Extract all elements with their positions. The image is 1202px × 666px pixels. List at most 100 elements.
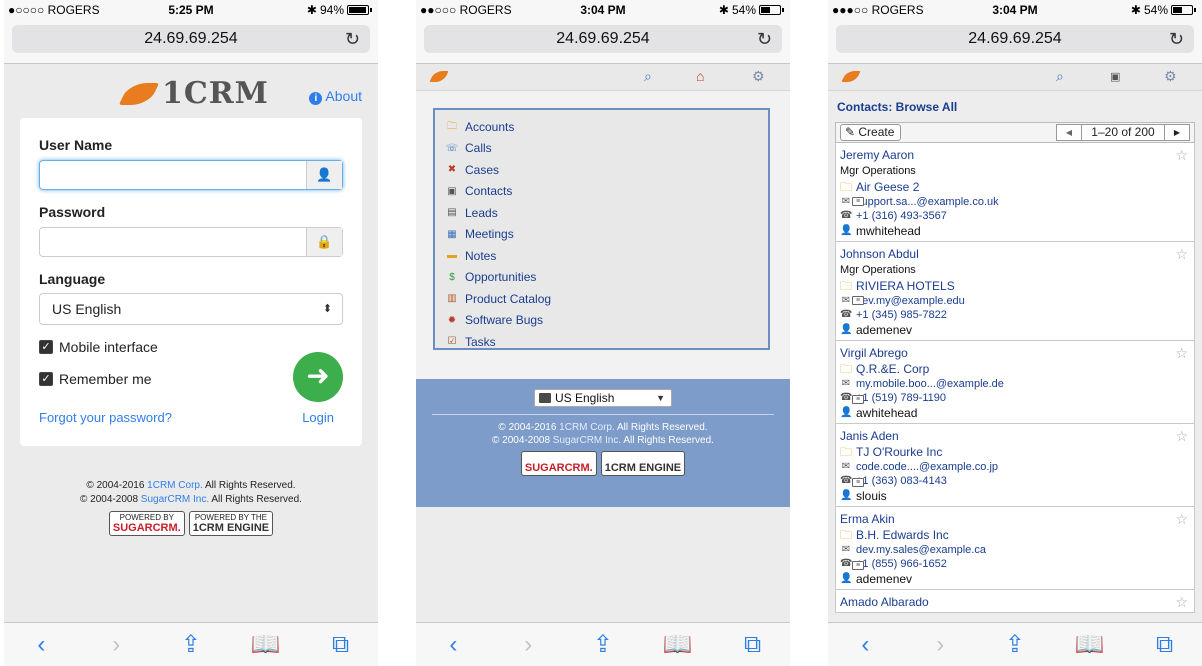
menu-item-meetings[interactable]: ▦ Meetings [445, 224, 758, 246]
contact-name-link[interactable]: ≡ Erma Akin [840, 511, 1190, 570]
tabs-icon[interactable]: ⧉ [733, 631, 773, 659]
forward-icon[interactable]: › [920, 631, 960, 659]
phone-link[interactable]: ☎ +1 (855) 966-1652 [840, 557, 1190, 571]
1crm-link[interactable]: 1CRM Corp. [559, 422, 615, 433]
1crm-logo-icon[interactable] [841, 71, 861, 82]
contact-card-icon: ≡ [852, 478, 864, 487]
email-link[interactable]: ✉ support.sa...@example.co.uk [840, 195, 1190, 209]
menu-item-cases[interactable]: ✖ Cases [445, 159, 758, 181]
menu-item-leads[interactable]: ▤ Leads [445, 202, 758, 224]
gear-icon[interactable]: ⚙ [752, 68, 765, 85]
account-link[interactable]: 🗀 RIVIERA HOTELS [840, 278, 1190, 294]
menu-item-notes[interactable]: ▬ Notes [445, 245, 758, 267]
search-icon[interactable]: ⌕ [1056, 68, 1064, 85]
account-link[interactable]: 🗀 Air Geese 2 [840, 179, 1190, 195]
envelope-icon: ✉ [841, 461, 851, 472]
login-link[interactable]: Login [302, 410, 334, 425]
login-button[interactable]: ➜ [293, 352, 343, 402]
home-icon[interactable]: ⌂ [696, 68, 704, 84]
assigned-user: 👤 awhitehead [840, 406, 918, 420]
star-icon[interactable]: ☆ [1175, 345, 1188, 362]
address-bar[interactable]: 24.69.69.254 ↻ [836, 25, 1194, 53]
prev-page-button[interactable]: ◀ [1056, 124, 1082, 141]
menu-item-software-bugs[interactable]: ✹ Software Bugs [445, 310, 758, 332]
email-link[interactable]: ✉ dev.my.sales@example.ca [840, 543, 1190, 557]
1crm-engine-badge[interactable]: POWERED BY THE 1CRM ENGINE [600, 451, 686, 476]
star-icon[interactable]: ☆ [1175, 594, 1188, 611]
1crm-logo-icon[interactable] [429, 71, 449, 82]
menu-item-tasks[interactable]: ☑ Tasks [445, 331, 758, 353]
username-label: User Name [39, 137, 113, 153]
phone-link[interactable]: ☎ +1 (519) 789-1190 [840, 391, 1190, 405]
share-icon[interactable]: ⇪ [995, 630, 1035, 659]
forgot-password-link[interactable]: Forgot your password? [39, 410, 172, 425]
forward-icon[interactable]: › [508, 631, 548, 659]
1crm-engine-badge[interactable]: POWERED BY THE 1CRM ENGINE [188, 511, 274, 536]
folder-icon: 🗀 [840, 528, 853, 542]
phone-link[interactable]: ☎ +1 (363) 083-4143 [840, 474, 1190, 488]
forward-icon[interactable]: › [96, 631, 136, 659]
reload-icon[interactable]: ↻ [1169, 25, 1184, 53]
contact-name-link[interactable]: ≡Amado Albarado [840, 594, 1190, 610]
language-select[interactable]: US English ▼ [534, 389, 672, 407]
menu-item-opportunities[interactable]: $ Opportunities [445, 267, 758, 289]
back-icon[interactable]: ‹ [433, 631, 473, 659]
menu-item-calls[interactable]: ☏ Calls [445, 138, 758, 160]
tabs-icon[interactable]: ⧉ [1145, 631, 1185, 659]
checkmark-icon: ✓ [39, 372, 53, 386]
account-link[interactable]: 🗀 B.H. Edwards Inc [840, 527, 1190, 543]
email-link[interactable]: ✉ dev.my@example.edu [840, 294, 1190, 308]
account-link[interactable]: 🗀 Q.R.&E. Corp [840, 361, 1190, 377]
gear-icon[interactable]: ⚙ [1164, 68, 1177, 85]
language-select[interactable]: US English ⬍ [39, 293, 343, 325]
sugarcrm-badge[interactable]: POWERED BY SUGARCRM. [520, 451, 597, 476]
username-field[interactable]: 👤 [39, 160, 343, 190]
sugarcrm-link[interactable]: SugarCRM Inc. [553, 435, 621, 446]
phone-link[interactable]: ☎ +1 (316) 493-3567 [840, 209, 1190, 223]
contact-name-link[interactable]: ≡ Virgil Abrego [840, 345, 1190, 404]
next-page-button[interactable]: ▶ [1164, 124, 1190, 141]
menu-item-product-catalog[interactable]: ▥ Product Catalog [445, 288, 758, 310]
address-bar[interactable]: 24.69.69.254 ↻ [424, 25, 782, 53]
contact-card-icon[interactable]: ▣ [1110, 70, 1120, 83]
1crm-logo: 1CRM [118, 76, 269, 111]
phone-link[interactable]: ☎ +1 (345) 985-7822 [840, 308, 1190, 322]
about-link[interactable]: i About [309, 88, 362, 105]
tabs-icon[interactable]: ⧉ [321, 631, 361, 659]
menu-item-accounts[interactable]: 🗀 Accounts [445, 116, 758, 138]
sugarcrm-link[interactable]: SugarCRM Inc. [141, 494, 209, 505]
star-icon[interactable]: ☆ [1175, 511, 1188, 528]
contact-name-link[interactable]: ≡ Johnson Abdul [840, 246, 1190, 305]
create-button[interactable]: ✎ Create [840, 124, 902, 141]
mobile-interface-checkbox[interactable]: ✓ Mobile interface [39, 339, 158, 355]
menu-item-contacts[interactable]: ▣ Contacts [445, 181, 758, 203]
star-icon[interactable]: ☆ [1175, 147, 1188, 164]
remember-me-checkbox[interactable]: ✓ Remember me [39, 371, 152, 387]
account-link[interactable]: 🗀 TJ O'Rourke Inc [840, 444, 1190, 460]
checkmark-icon: ✓ [39, 340, 53, 354]
share-icon[interactable]: ⇪ [583, 630, 623, 659]
email-link[interactable]: ✉ my.mobile.boo...@example.de [840, 377, 1190, 391]
reload-icon[interactable]: ↻ [757, 25, 772, 53]
folder-icon: 🗀 [840, 362, 853, 376]
star-icon[interactable]: ☆ [1175, 428, 1188, 445]
menu-item-label: Calls [465, 141, 492, 156]
contact-name-link[interactable]: ≡ Janis Aden [840, 428, 1190, 487]
contact-name-link[interactable]: ≡ Jeremy Aaron [840, 147, 1190, 206]
sugarcrm-badge[interactable]: POWERED BY SUGARCRM. [108, 511, 185, 536]
share-icon[interactable]: ⇪ [171, 630, 211, 659]
star-icon[interactable]: ☆ [1175, 246, 1188, 263]
1crm-link[interactable]: 1CRM Corp. [147, 480, 203, 491]
back-icon[interactable]: ‹ [21, 631, 61, 659]
email-link[interactable]: ✉ code.code....@example.co.jp [840, 460, 1190, 474]
address-bar-area: 24.69.69.254 ↻ [4, 20, 378, 64]
password-field[interactable]: 🔒 [39, 227, 343, 257]
bookmarks-icon[interactable]: 📖 [658, 630, 698, 659]
reload-icon[interactable]: ↻ [345, 25, 360, 53]
address-bar[interactable]: 24.69.69.254 ↻ [12, 25, 370, 53]
bookmarks-icon[interactable]: 📖 [1070, 630, 1110, 659]
back-icon[interactable]: ‹ [845, 631, 885, 659]
bookmarks-icon[interactable]: 📖 [246, 630, 286, 659]
search-icon[interactable]: ⌕ [644, 68, 652, 85]
phone-contacts-screen: ●●●○○ ROGERS 3:04 PM ✱ 54% 24.69.69.254 … [828, 0, 1202, 666]
